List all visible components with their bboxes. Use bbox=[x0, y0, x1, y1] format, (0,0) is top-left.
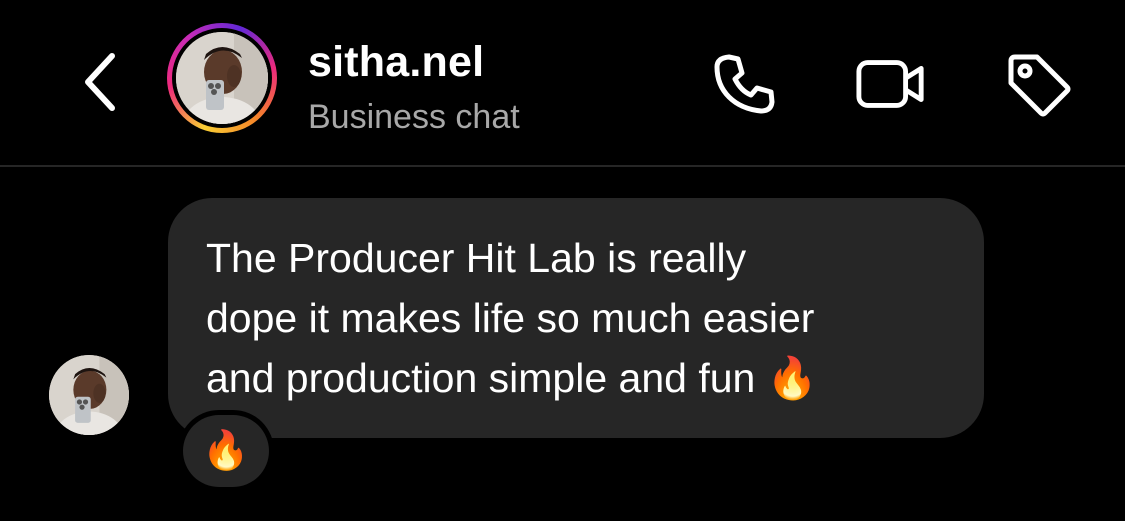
profile-avatar[interactable] bbox=[167, 23, 277, 133]
back-button[interactable] bbox=[70, 50, 130, 114]
label-button[interactable] bbox=[1002, 48, 1074, 120]
video-camera-icon bbox=[856, 60, 924, 108]
chevron-left-icon bbox=[85, 53, 115, 111]
tag-icon bbox=[1008, 54, 1071, 117]
header-divider bbox=[0, 165, 1125, 167]
message-text: The Producer Hit Lab is really dope it m… bbox=[206, 235, 818, 401]
sender-avatar[interactable] bbox=[49, 355, 129, 435]
message-reaction[interactable]: 🔥 bbox=[178, 410, 274, 492]
chat-header: sitha.nel Business chat bbox=[0, 0, 1125, 165]
avatar-photo bbox=[176, 32, 268, 124]
chat-type-label: Business chat bbox=[308, 98, 520, 136]
video-call-button[interactable] bbox=[855, 48, 927, 120]
fire-reaction-icon: 🔥 bbox=[183, 415, 269, 487]
contact-username[interactable]: sitha.nel bbox=[308, 38, 484, 87]
chat-screen: sitha.nel Business chat The Producer Hit… bbox=[0, 0, 1125, 521]
call-button[interactable] bbox=[708, 48, 780, 120]
phone-icon bbox=[714, 54, 775, 114]
message-bubble[interactable]: The Producer Hit Lab is really dope it m… bbox=[168, 198, 984, 438]
